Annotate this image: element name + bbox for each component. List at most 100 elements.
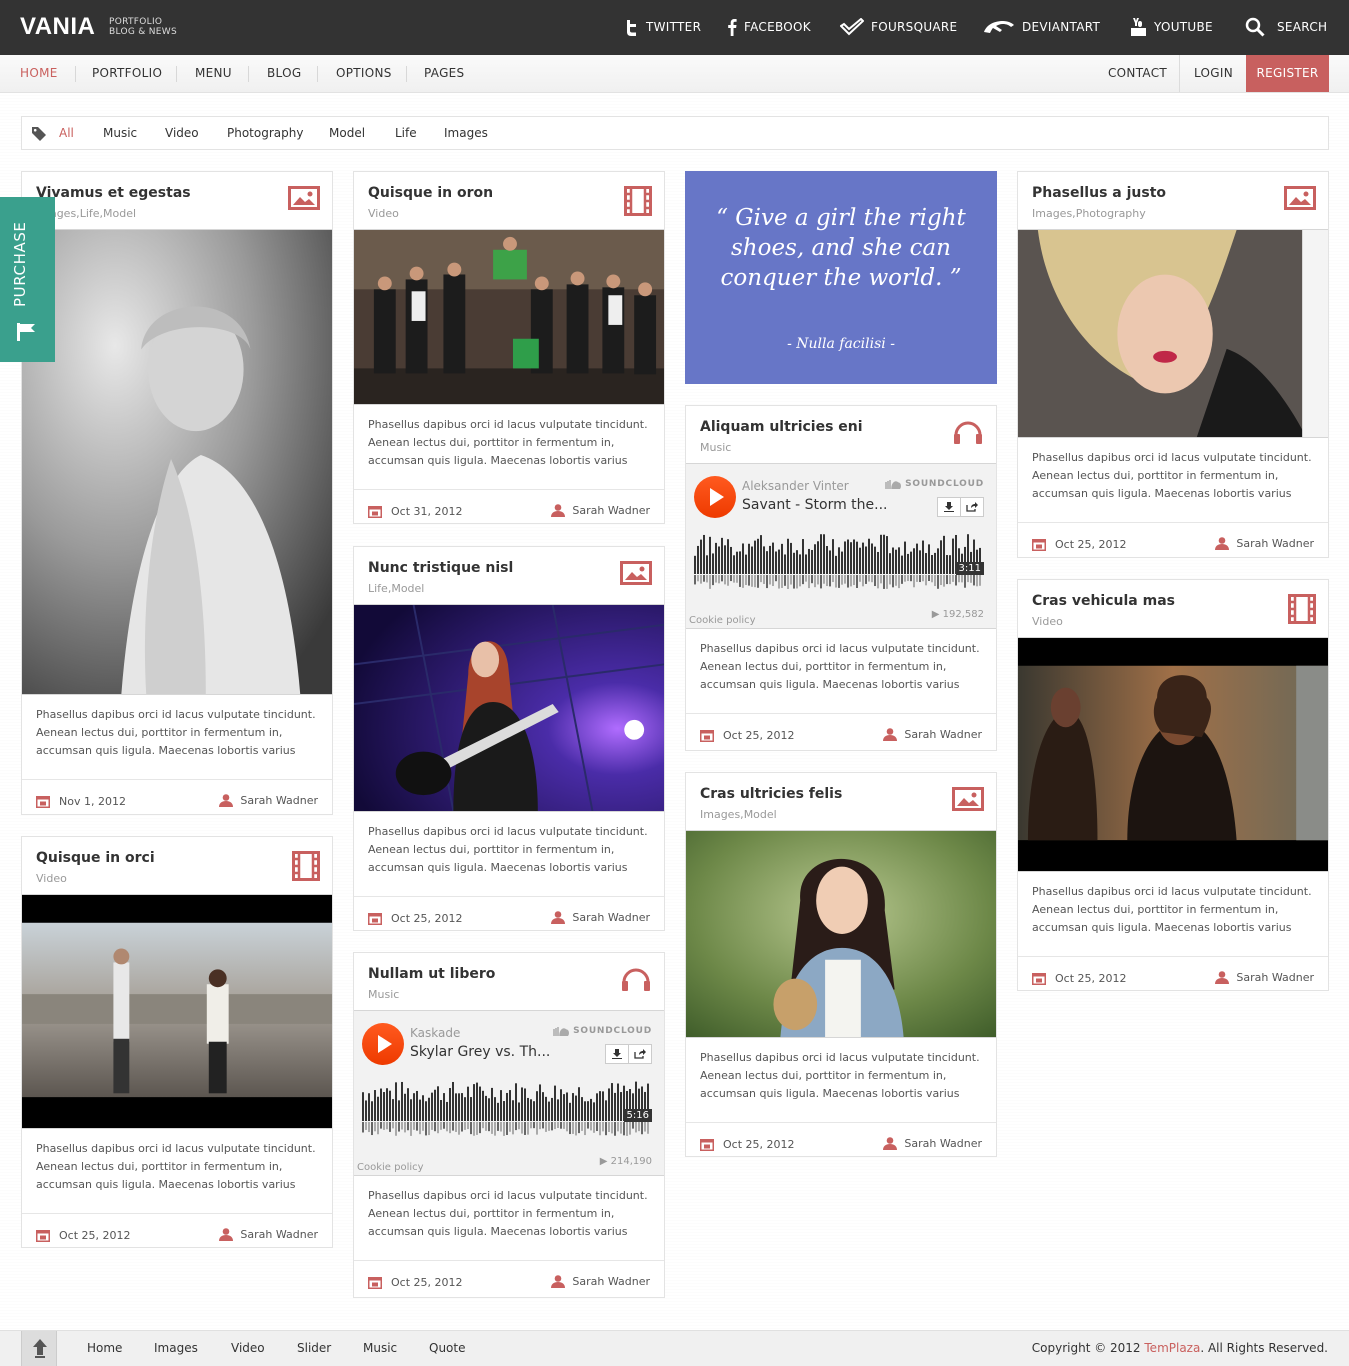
- card-excerpt: Phasellus dapibus orci id lacus vulputat…: [368, 418, 648, 467]
- card-title[interactable]: Quisque in orci: [36, 850, 155, 866]
- nav-login[interactable]: LOGIN: [1194, 55, 1233, 92]
- category-link[interactable]: Model: [103, 207, 136, 220]
- nav-pages[interactable]: PAGES: [424, 55, 464, 92]
- category-link[interactable]: Life,: [368, 582, 391, 595]
- deviantart-link[interactable]: DEVIANTART: [983, 17, 1100, 37]
- post-image[interactable]: [1018, 229, 1328, 438]
- youtube-link[interactable]: YOUTUBE: [1130, 17, 1213, 37]
- soundcloud-logo[interactable]: SOUNDCLOUD: [879, 479, 984, 489]
- category-link[interactable]: Model: [391, 582, 424, 595]
- nav-portfolio[interactable]: PORTFOLIO: [92, 55, 162, 92]
- category-link[interactable]: Images,: [700, 808, 744, 821]
- filter-photography[interactable]: Photography: [227, 117, 303, 149]
- waveform[interactable]: [694, 534, 984, 594]
- download-button[interactable]: [937, 497, 961, 517]
- card-categories: Video: [1032, 615, 1063, 628]
- card-header: Nunc tristique nisl Life,Model: [354, 547, 664, 604]
- footer-link-home[interactable]: Home: [87, 1331, 122, 1365]
- card-title[interactable]: Nullam ut libero: [368, 966, 495, 982]
- twitter-icon: [625, 17, 639, 37]
- post-card: Vivamus et egestas Images,Life,Model Pha…: [21, 171, 333, 815]
- nav-options[interactable]: OPTIONS: [336, 55, 392, 92]
- download-button[interactable]: [605, 1044, 629, 1064]
- nav-home[interactable]: HOME: [20, 55, 58, 92]
- filter-all[interactable]: All: [59, 117, 74, 149]
- category-link[interactable]: Music: [368, 988, 399, 1001]
- search-link[interactable]: SEARCH: [1245, 17, 1327, 37]
- post-author[interactable]: Sarah Wadner: [551, 911, 650, 924]
- category-link[interactable]: Images,: [1032, 207, 1076, 220]
- card-title[interactable]: Cras ultricies felis: [700, 786, 842, 802]
- post-author[interactable]: Sarah Wadner: [1215, 537, 1314, 550]
- category-link[interactable]: Photography: [1076, 207, 1146, 220]
- filter-model[interactable]: Model: [329, 117, 365, 149]
- post-author[interactable]: Sarah Wadner: [551, 1275, 650, 1288]
- foursquare-link[interactable]: FOURSQUARE: [840, 17, 957, 37]
- share-button[interactable]: [960, 497, 984, 517]
- post-author[interactable]: Sarah Wadner: [219, 1228, 318, 1241]
- card-title[interactable]: Vivamus et egestas: [36, 185, 191, 201]
- calendar-icon: [700, 730, 714, 742]
- card-title[interactable]: Aliquam ultricies eni: [700, 419, 863, 435]
- share-button[interactable]: [628, 1044, 652, 1064]
- film-icon: [1288, 594, 1316, 628]
- footer-link-video[interactable]: Video: [231, 1331, 265, 1365]
- post-image[interactable]: [354, 604, 664, 812]
- sc-artist[interactable]: Aleksander Vinter: [742, 479, 849, 493]
- post-video[interactable]: [1018, 637, 1328, 872]
- post-video[interactable]: [22, 894, 332, 1129]
- post-author[interactable]: Sarah Wadner: [1215, 971, 1314, 984]
- post-author[interactable]: Sarah Wadner: [219, 794, 318, 807]
- category-link[interactable]: Video: [1032, 615, 1063, 628]
- filter-images[interactable]: Images: [444, 117, 488, 149]
- category-link[interactable]: Video: [36, 872, 67, 885]
- post-image[interactable]: [686, 830, 996, 1038]
- nav-blog[interactable]: BLOG: [267, 55, 301, 92]
- footer-link-quote[interactable]: Quote: [429, 1331, 465, 1365]
- card-title[interactable]: Quisque in oron: [368, 185, 493, 201]
- category-link[interactable]: Music: [700, 441, 731, 454]
- footer-link-slider[interactable]: Slider: [297, 1331, 331, 1365]
- cookie-policy-link[interactable]: Cookie policy: [357, 1162, 424, 1173]
- soundcloud-logo[interactable]: SOUNDCLOUD: [547, 1026, 652, 1036]
- play-button[interactable]: [694, 476, 736, 518]
- filter-music[interactable]: Music: [103, 117, 137, 149]
- footer-link-music[interactable]: Music: [363, 1331, 397, 1365]
- back-to-top-button[interactable]: [21, 1331, 57, 1366]
- post-image[interactable]: [22, 229, 332, 695]
- nav-contact[interactable]: CONTACT: [1108, 55, 1167, 92]
- purchase-tab[interactable]: PURCHASE: [0, 197, 55, 362]
- filter-video[interactable]: Video: [165, 117, 199, 149]
- calendar-icon: [368, 506, 382, 518]
- nav-menu[interactable]: MENU: [195, 55, 232, 92]
- facebook-link[interactable]: FACEBOOK: [727, 17, 811, 37]
- filter-life[interactable]: Life: [395, 117, 417, 149]
- play-button[interactable]: [362, 1023, 404, 1065]
- card-title[interactable]: Cras vehicula mas: [1032, 593, 1175, 609]
- card-title[interactable]: Nunc tristique nisl: [368, 560, 513, 576]
- category-link[interactable]: Video: [368, 207, 399, 220]
- brand-link[interactable]: TemPlaza: [1144, 1341, 1200, 1355]
- image-icon: [288, 186, 320, 214]
- register-button[interactable]: REGISTER: [1246, 55, 1329, 92]
- footer-link-images[interactable]: Images: [154, 1331, 198, 1365]
- soundcloud-icon: [885, 480, 902, 489]
- author-name: Sarah Wadner: [572, 1275, 650, 1288]
- twitter-link[interactable]: TWITTER: [625, 17, 701, 37]
- sc-track[interactable]: Skylar Grey vs. Th...: [410, 1044, 550, 1060]
- user-icon: [883, 728, 898, 741]
- post-card: Nullam ut libero Music Kaskade Skylar Gr…: [353, 952, 665, 1298]
- site-logo[interactable]: VANIA: [20, 13, 95, 41]
- waveform[interactable]: [362, 1081, 652, 1141]
- post-author[interactable]: Sarah Wadner: [883, 1137, 982, 1150]
- sc-track[interactable]: Savant - Storm the...: [742, 497, 888, 513]
- user-icon: [551, 504, 566, 517]
- category-link[interactable]: Model: [744, 808, 777, 821]
- sc-artist[interactable]: Kaskade: [410, 1026, 460, 1040]
- post-video[interactable]: [354, 229, 664, 405]
- post-author[interactable]: Sarah Wadner: [883, 728, 982, 741]
- post-author[interactable]: Sarah Wadner: [551, 504, 650, 517]
- cookie-policy-link[interactable]: Cookie policy: [689, 615, 756, 626]
- card-title[interactable]: Phasellus a justo: [1032, 185, 1166, 201]
- category-link[interactable]: Life,: [80, 207, 103, 220]
